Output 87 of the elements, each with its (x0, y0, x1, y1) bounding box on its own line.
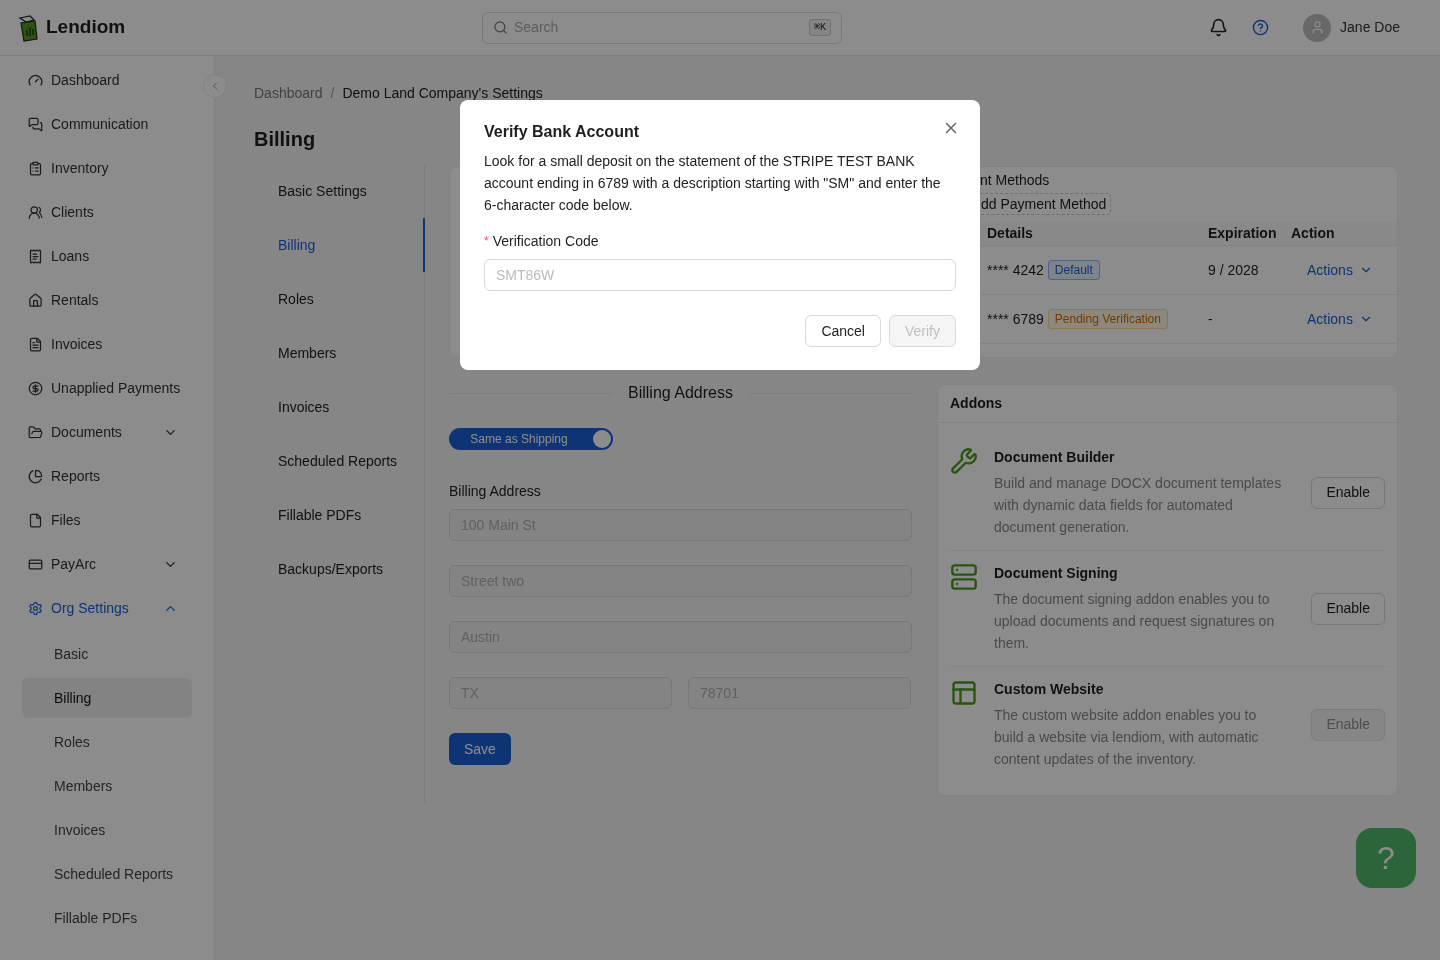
sidebar-subitem[interactable]: Invoices (22, 810, 192, 850)
section-heading: Billing Address (628, 383, 733, 403)
status-tag: Pending Verification (1047, 309, 1168, 329)
settings-tab[interactable]: Roles (254, 272, 424, 326)
app-name: Lendiom (46, 15, 126, 40)
sidebar-item[interactable]: Clients (22, 190, 192, 234)
table-cell-text: **** 6789 (987, 309, 1044, 329)
settings-tab[interactable]: Backups/Exports (254, 542, 424, 596)
modal-title: Verify Bank Account (484, 122, 639, 142)
card-title: nt Methods (980, 171, 1051, 189)
settings-tab[interactable]: Invoices (254, 380, 424, 434)
settings-tab[interactable]: Members (254, 326, 424, 380)
file-icon (28, 512, 43, 528)
help-icon[interactable] (1252, 19, 1270, 36)
sidebar-item[interactable]: Rentals (22, 278, 192, 322)
sidebar-item[interactable]: Reports (22, 454, 192, 498)
sidebar-subitem[interactable]: Scheduled Reports (22, 854, 192, 894)
column-header: Action (1290, 224, 1335, 243)
settings-tab[interactable]: Billing (254, 218, 425, 272)
column-header: Expiration (1207, 224, 1278, 243)
settings-tab[interactable]: Basic Settings (254, 164, 424, 218)
sidebar-subitem[interactable]: Fillable PDFs (22, 898, 192, 938)
sidebar-item[interactable]: Dashboard (22, 58, 192, 102)
field-label: * Verification Code (484, 231, 600, 251)
enable-button[interactable]: Enable (1311, 592, 1385, 625)
addon-title: Document Builder (994, 448, 1116, 467)
sidebar-item[interactable]: PayArc (22, 542, 192, 586)
breadcrumb-item[interactable]: Dashboard (254, 83, 323, 104)
sidebar-item[interactable]: Communication (22, 102, 192, 146)
users-icon (28, 204, 43, 220)
chat-icon (28, 116, 43, 132)
document-icon (28, 336, 43, 352)
settings-tab[interactable]: Scheduled Reports (254, 434, 424, 488)
addon-description: The document signing addon enables you to upload documents and request signatures on them. (994, 590, 1276, 653)
sidebar-item[interactable]: Loans (22, 234, 192, 278)
sidebar-subitem[interactable]: Billing (22, 678, 192, 718)
enable-button[interactable]: Enable (1311, 476, 1385, 509)
gauge-icon (28, 72, 43, 88)
house-icon (28, 292, 43, 308)
sidebar-subitem[interactable]: Basic (22, 634, 192, 674)
sidebar-item[interactable]: Invoices (22, 322, 192, 366)
layout-icon (950, 679, 978, 707)
wrench-icon (950, 447, 978, 475)
receipt-icon (28, 248, 43, 264)
save-button[interactable]: Save (449, 733, 511, 765)
notification-bell-icon[interactable] (1209, 18, 1229, 37)
addon-title: Custom Website (994, 680, 1105, 699)
settings-icon (28, 600, 43, 616)
folder-icon (28, 424, 43, 440)
card-title: Addons (938, 385, 1397, 423)
sidebar-subitem[interactable]: Members (22, 766, 192, 806)
actions-link[interactable]: Actions (1283, 259, 1373, 281)
pie-chart-icon (28, 468, 43, 484)
addon-description: The custom website addon enables you to build a website via lendiom, with automatic content updates of the inventory. (994, 706, 1260, 769)
field-label: Billing Address (449, 482, 542, 501)
actions-link[interactable]: Actions (1283, 308, 1373, 330)
clipboard-icon (28, 160, 43, 176)
column-header: Details (986, 224, 1034, 243)
modal-text: Look for a small deposit on the statement of the STRIPE TEST BANK account ending in 6789 with a description starting with "SM" and enter the 6-character code below. (484, 152, 942, 215)
page-title: Billing (254, 127, 316, 152)
sidebar-item[interactable]: Files (22, 498, 192, 542)
user-name: Jane Doe (1340, 18, 1400, 37)
required-mark: * (484, 233, 489, 250)
table-cell-text: - (1207, 309, 1214, 329)
cancel-button[interactable]: Cancel (805, 315, 881, 347)
breadcrumb-item: Demo Land Company's Settings (342, 84, 543, 103)
table-cell-text: 9 / 2028 (1207, 260, 1260, 280)
breadcrumb-separator: / (330, 84, 335, 103)
sidebar-item[interactable]: Org Settings (22, 586, 192, 630)
sidebar-subitem[interactable]: Roles (22, 722, 192, 762)
dollar-icon (28, 380, 43, 396)
addon-title: Document Signing (994, 564, 1119, 583)
cabinet-icon (950, 563, 978, 591)
user-icon (1309, 20, 1325, 35)
card-icon (28, 556, 43, 572)
shortcut-key: ⌘K (808, 19, 831, 36)
sidebar-item[interactable]: Documents (22, 410, 192, 454)
sidebar-item[interactable]: Unapplied Payments (22, 366, 192, 410)
logo-icon (16, 13, 40, 42)
settings-tab[interactable]: Fillable PDFs (254, 488, 424, 542)
search-icon (493, 20, 508, 35)
table-cell-text: **** 4242 (987, 260, 1044, 280)
addon-description: Build and manage DOCX document templates with dynamic data fields for automated document generation. (994, 474, 1283, 537)
same-as-shipping-toggle[interactable]: Same as Shipping (449, 428, 613, 450)
sidebar-item[interactable]: Inventory (22, 146, 192, 190)
verification-code-field[interactable]: SMT86W (484, 259, 956, 291)
status-tag: Default (1047, 260, 1100, 280)
